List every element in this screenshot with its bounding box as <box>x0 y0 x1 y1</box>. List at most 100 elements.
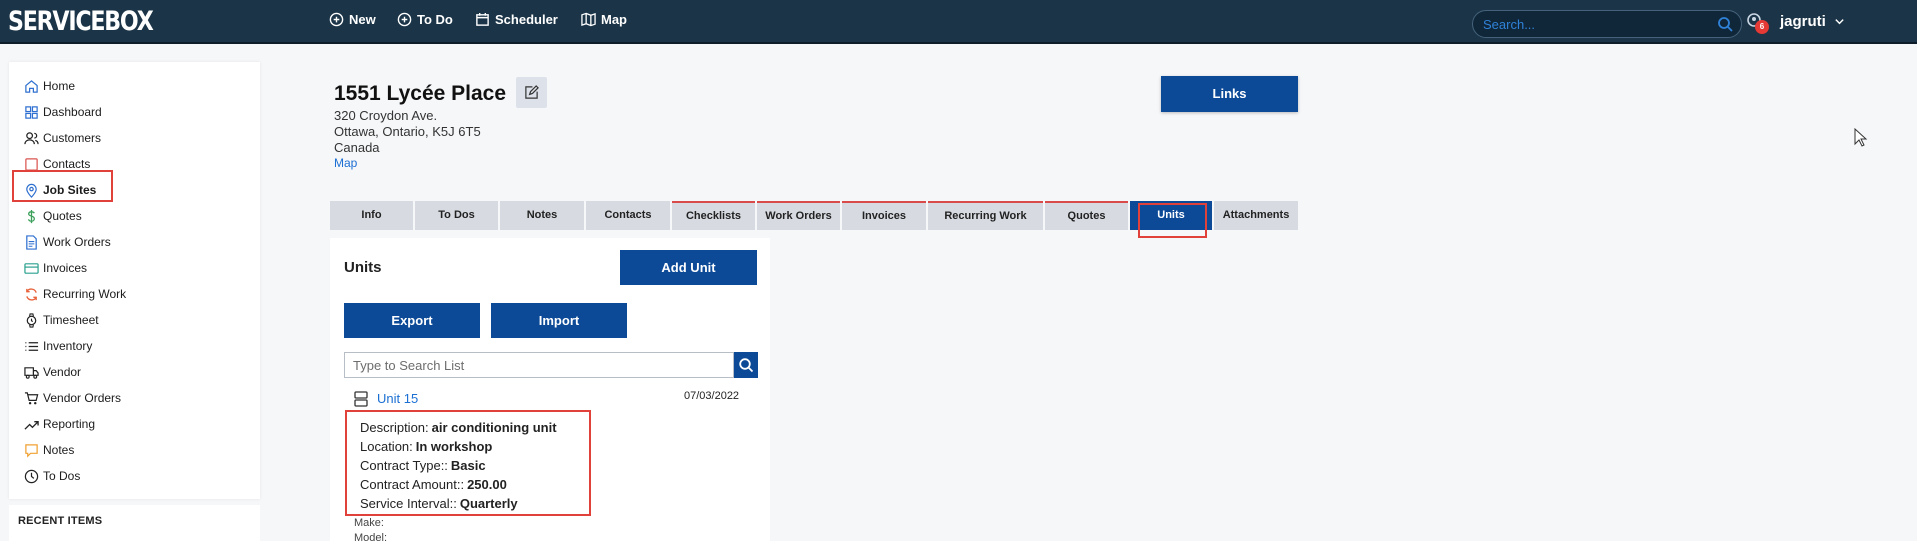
unit-model: Model: <box>354 532 388 541</box>
sidebar-item-quotes[interactable]: Quotes <box>24 206 82 226</box>
sidebar-item-work-orders[interactable]: Work Orders <box>24 232 111 252</box>
new-button[interactable]: New <box>329 12 376 27</box>
brand-logo[interactable]: SERVICEBOX <box>8 6 154 37</box>
plus-circle-icon <box>329 12 344 27</box>
mouse-cursor-icon <box>1854 128 1868 147</box>
import-button[interactable]: Import <box>491 303 627 338</box>
sidebar-item-notes[interactable]: Notes <box>24 440 74 460</box>
chevron-down-icon[interactable] <box>1834 16 1845 27</box>
calendar-icon <box>476 12 489 26</box>
scheduler-button[interactable]: Scheduler <box>475 12 558 27</box>
todo-button[interactable]: To Do <box>397 12 453 27</box>
sidebar-item-customers[interactable]: Customers <box>24 128 101 148</box>
recent-items-title: RECENT ITEMS <box>18 515 103 527</box>
sidebar-item-recurring-work[interactable]: Recurring Work <box>24 284 126 304</box>
search-icon[interactable] <box>1717 16 1733 32</box>
list-search <box>344 352 734 378</box>
sidebar-item-label: Work Orders <box>43 235 111 249</box>
sidebar-item-label: Quotes <box>43 209 82 223</box>
sidebar: Home Dashboard Customers Contacts Job Si… <box>9 62 260 499</box>
address-line-2: Ottawa, Ontario, K5J 6T5 <box>334 124 481 139</box>
page-title: 1551 Lycée Place <box>334 82 507 105</box>
tab-invoices[interactable]: Invoices <box>842 201 926 230</box>
tab-attachments[interactable]: Attachments <box>1214 201 1298 230</box>
tab-to-dos[interactable]: To Dos <box>415 201 498 230</box>
map-button[interactable]: Map <box>581 12 627 27</box>
tab-contacts[interactable]: Contacts <box>586 201 670 230</box>
list-search-button[interactable] <box>734 352 758 378</box>
clock-icon <box>24 469 39 483</box>
unit-date: 07/03/2022 <box>684 390 740 402</box>
highlight-job-sites <box>12 170 113 202</box>
sidebar-item-label: Dashboard <box>43 105 102 119</box>
unit-name-link[interactable]: Unit 15 <box>377 391 418 406</box>
links-button[interactable]: Links <box>1161 76 1298 112</box>
address-line-1: 320 Croydon Ave. <box>334 108 438 123</box>
note-icon <box>25 443 38 458</box>
sidebar-item-label: Invoices <box>43 261 88 275</box>
add-unit-button[interactable]: Add Unit <box>620 250 757 285</box>
sidebar-item-label: Inventory <box>43 339 93 353</box>
sidebar-item-vendor-orders[interactable]: Vendor Orders <box>24 388 121 408</box>
map-link[interactable]: Map <box>334 156 357 170</box>
map-label: Map <box>601 12 627 27</box>
dashboard-icon <box>25 105 38 119</box>
user-menu[interactable]: jagruti <box>1780 13 1826 30</box>
recurring-icon <box>26 287 37 301</box>
search-icon <box>739 358 754 373</box>
watch-icon <box>26 312 37 328</box>
scheduler-label: Scheduler <box>495 12 558 27</box>
top-bar: SERVICEBOX New To Do Scheduler Map 6 jag… <box>0 0 1917 44</box>
tab-checklists[interactable]: Checklists <box>672 201 755 230</box>
export-button[interactable]: Export <box>344 303 480 338</box>
address-country: Canada <box>334 140 380 155</box>
card-icon <box>24 262 39 274</box>
tab-info[interactable]: Info <box>330 201 413 230</box>
list-search-input[interactable] <box>353 356 723 374</box>
customers-icon <box>24 131 39 144</box>
map-icon <box>581 12 596 27</box>
sidebar-item-timesheet[interactable]: Timesheet <box>24 310 99 330</box>
document-icon <box>26 234 37 250</box>
sidebar-item-label: Reporting <box>43 417 96 431</box>
highlight-unit-details <box>345 410 591 516</box>
unit-icon <box>354 391 368 407</box>
plus-circle-icon <box>397 12 412 27</box>
tab-work-orders[interactable]: Work Orders <box>757 201 840 230</box>
sidebar-item-label: Home <box>43 79 76 93</box>
sidebar-item-label: Recurring Work <box>43 287 127 301</box>
tab-notes[interactable]: Notes <box>500 201 584 230</box>
sidebar-item-dashboard[interactable]: Dashboard <box>24 102 102 122</box>
sidebar-item-reporting[interactable]: Reporting <box>24 414 95 434</box>
sidebar-item-label: To Dos <box>43 469 81 483</box>
sidebar-item-vendor[interactable]: Vendor <box>24 362 81 382</box>
global-search <box>1472 10 1742 38</box>
sidebar-item-label: Vendor <box>43 365 82 379</box>
dollar-icon <box>27 209 35 223</box>
sidebar-item-label: Contacts <box>43 157 91 171</box>
sidebar-item-label: Customers <box>43 131 102 145</box>
sidebar-item-label: Timesheet <box>43 313 99 327</box>
edit-button[interactable] <box>516 77 547 108</box>
notification-badge: 6 <box>1755 20 1769 34</box>
tab-quotes[interactable]: Quotes <box>1045 201 1128 230</box>
truck-icon <box>24 366 39 379</box>
sidebar-item-to-dos[interactable]: To Dos <box>24 466 80 486</box>
unit-make: Make: <box>354 517 384 529</box>
trend-icon <box>24 420 39 430</box>
global-search-input[interactable] <box>1483 15 1708 34</box>
new-label: New <box>349 12 376 27</box>
sidebar-item-invoices[interactable]: Invoices <box>24 258 87 278</box>
recent-items-panel: RECENT ITEMS <box>9 505 260 541</box>
home-icon <box>25 79 38 93</box>
sidebar-item-label: Notes <box>43 443 75 457</box>
list-icon <box>25 341 39 351</box>
sidebar-item-inventory[interactable]: Inventory <box>24 336 92 356</box>
highlight-units-tab <box>1138 203 1207 238</box>
tab-recurring-work[interactable]: Recurring Work <box>928 201 1043 230</box>
sidebar-item-label: Vendor Orders <box>43 391 122 405</box>
units-title: Units <box>344 259 382 276</box>
sidebar-item-home[interactable]: Home <box>24 76 75 96</box>
edit-icon <box>525 85 539 99</box>
todo-label: To Do <box>417 12 453 27</box>
